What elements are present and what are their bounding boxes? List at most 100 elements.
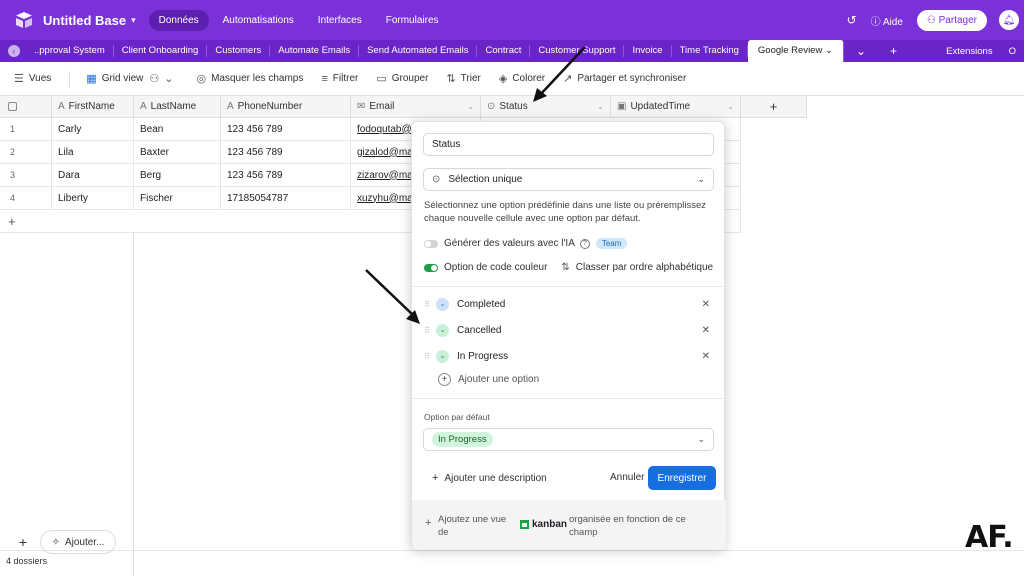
tab-time-tracking[interactable]: Time Tracking	[672, 45, 748, 57]
share-button[interactable]: ⚇ Partager	[916, 9, 987, 31]
sort-alpha-button[interactable]: Classer par ordre alphabétique	[576, 262, 713, 273]
kanban-text-suffix-2: champ	[569, 527, 598, 538]
cell-phone[interactable]: 123 456 789	[221, 164, 351, 187]
tab-contract[interactable]: Contract	[477, 45, 531, 57]
share-sync-button[interactable]: ↗ Partager et synchroniser	[563, 72, 686, 85]
cell-lastname[interactable]: Bean	[134, 118, 221, 141]
scroll-left-icon[interactable]: ‹	[8, 45, 20, 57]
grid-view-button[interactable]: ▦ Grid view ⚇ ⌄	[86, 72, 178, 85]
column-header-updatedtime[interactable]: ▣ UpdatedTime ⌄	[611, 96, 741, 118]
sort-button[interactable]: ⇅ Trier	[446, 72, 480, 85]
help-icon[interactable]: ?	[579, 238, 590, 249]
color-coding-row: Option de code couleur ⇅ Classer par ord…	[424, 262, 713, 273]
plus-icon: +	[425, 517, 432, 529]
column-header-firstname[interactable]: A FirstName	[52, 96, 134, 118]
column-header-status[interactable]: ⊙ Status ⌄	[481, 96, 611, 118]
option-item[interactable]: ⠿ ⌄ In Progress ✕	[424, 346, 716, 366]
filter-button[interactable]: ≡ Filtrer	[321, 73, 358, 85]
tab-approval-system[interactable]: ..pproval System	[26, 45, 114, 57]
cell-phone[interactable]: 17185054787	[221, 187, 351, 210]
add-field-plus-icon[interactable]: +	[741, 96, 807, 118]
single-select-icon: ⊙	[432, 174, 441, 185]
remove-option-close-icon[interactable]: ✕	[702, 299, 710, 310]
cell-phone[interactable]: 123 456 789	[221, 141, 351, 164]
chevron-down-icon[interactable]: ▾	[131, 15, 136, 26]
checkbox[interactable]	[8, 102, 17, 111]
cell-lastname[interactable]: Baxter	[134, 141, 221, 164]
default-option-pill: In Progress	[432, 432, 493, 447]
option-label[interactable]: In Progress	[457, 351, 508, 362]
chevron-down-icon[interactable]: ⌄	[727, 102, 734, 111]
team-badge: Team	[595, 238, 628, 249]
cell-lastname[interactable]: Fischer	[134, 187, 221, 210]
option-label[interactable]: Completed	[457, 299, 505, 310]
hide-fields-label: Masquer les champs	[211, 73, 304, 84]
add-with-ai-button[interactable]: ✧ Ajouter...	[40, 530, 116, 554]
option-color-chip[interactable]: ⌄	[436, 349, 449, 363]
filter-icon: ≡	[321, 72, 328, 85]
tab-customers[interactable]: Customers	[207, 45, 271, 57]
cell-firstname[interactable]: Lila	[52, 141, 134, 164]
option-color-chip[interactable]: ⌄	[436, 297, 449, 311]
drag-handle-icon[interactable]: ⠿	[424, 326, 436, 335]
nav-automations[interactable]: Automatisations	[213, 10, 304, 31]
save-button[interactable]: Enregistrer	[648, 466, 716, 490]
notifications-bell-icon[interactable]: 🔔︎	[999, 10, 1019, 30]
kanban-view-link[interactable]: kanban	[520, 519, 567, 530]
add-plus-icon[interactable]: +	[6, 530, 40, 554]
group-button[interactable]: ▭ Grouper	[376, 72, 428, 85]
add-description-button[interactable]: + Ajouter une description	[432, 472, 547, 484]
cell-firstname[interactable]: Carly	[52, 118, 134, 141]
option-item[interactable]: ⠿ ⌄ Completed ✕	[424, 294, 716, 314]
color-coding-toggle[interactable]	[424, 263, 438, 272]
cell-phone[interactable]: 123 456 789	[221, 118, 351, 141]
extensions-button[interactable]: Extensions	[938, 46, 1000, 57]
field-type-select[interactable]: ⊙ Sélection unique ⌄	[423, 168, 714, 191]
remove-option-close-icon[interactable]: ✕	[702, 351, 710, 362]
tabs-overflow-chevron-icon[interactable]: ⌄	[844, 44, 878, 58]
kanban-suggestion[interactable]: + Ajoutez une vue de kanban organisée en…	[412, 500, 726, 550]
remove-option-close-icon[interactable]: ✕	[702, 325, 710, 336]
nav-interfaces[interactable]: Interfaces	[308, 10, 372, 31]
kanban-icon	[520, 520, 529, 529]
field-name-input[interactable]: Status	[423, 133, 714, 156]
cell-firstname[interactable]: Dara	[52, 164, 134, 187]
drag-handle-icon[interactable]: ⠿	[424, 300, 436, 309]
option-item[interactable]: ⠿ ⌄ Cancelled ✕	[424, 320, 716, 340]
chevron-down-icon[interactable]: ⌄	[467, 102, 474, 111]
cell-lastname[interactable]: Berg	[134, 164, 221, 187]
history-icon[interactable]: ↺	[847, 13, 857, 27]
option-color-chip[interactable]: ⌄	[436, 323, 449, 337]
tools-button[interactable]: O	[1001, 46, 1024, 57]
color-button[interactable]: ◈ Colorer	[499, 72, 545, 85]
nav-data[interactable]: Données	[148, 9, 209, 31]
column-header-email[interactable]: ✉ Email ⌄	[351, 96, 481, 118]
column-header-phonenumber[interactable]: A PhoneNumber	[221, 96, 351, 118]
drag-handle-icon[interactable]: ⠿	[424, 352, 436, 361]
tab-automate-emails[interactable]: Automate Emails	[270, 45, 360, 57]
cell-firstname[interactable]: Liberty	[52, 187, 134, 210]
chevron-down-icon[interactable]: ⌄	[597, 102, 604, 111]
tab-invoice[interactable]: Invoice	[624, 45, 672, 57]
add-table-plus-icon[interactable]: +	[878, 44, 909, 58]
tab-client-onboarding[interactable]: Client Onboarding	[114, 45, 208, 57]
column-header-lastname[interactable]: A LastName	[134, 96, 221, 118]
base-title[interactable]: Untitled Base	[43, 13, 126, 28]
tab-send-automated-emails[interactable]: Send Automated Emails	[359, 45, 478, 57]
views-button[interactable]: ☰ Vues	[14, 72, 51, 85]
ai-toggle[interactable]	[424, 239, 438, 248]
tab-customer-support[interactable]: Customer Support	[530, 45, 625, 57]
sort-az-icon: ⇅	[561, 262, 570, 273]
add-option-button[interactable]: + Ajouter une option	[438, 373, 539, 386]
hide-fields-button[interactable]: ◎ Masquer les champs	[196, 72, 303, 85]
help-button[interactable]: ⓘ Aide	[871, 13, 903, 28]
nav-forms[interactable]: Formulaires	[376, 10, 449, 31]
option-label[interactable]: Cancelled	[457, 325, 501, 336]
default-option-select[interactable]: In Progress ⌄	[423, 428, 714, 451]
select-all-checkbox-header[interactable]	[0, 96, 52, 118]
tab-google-review[interactable]: Google Review ⌄	[747, 40, 844, 62]
chevron-down-icon[interactable]: ⌄	[825, 45, 833, 56]
grid-icon: ▦	[86, 73, 97, 85]
base-logo-icon[interactable]	[14, 10, 34, 30]
cancel-button[interactable]: Annuler	[610, 472, 644, 483]
